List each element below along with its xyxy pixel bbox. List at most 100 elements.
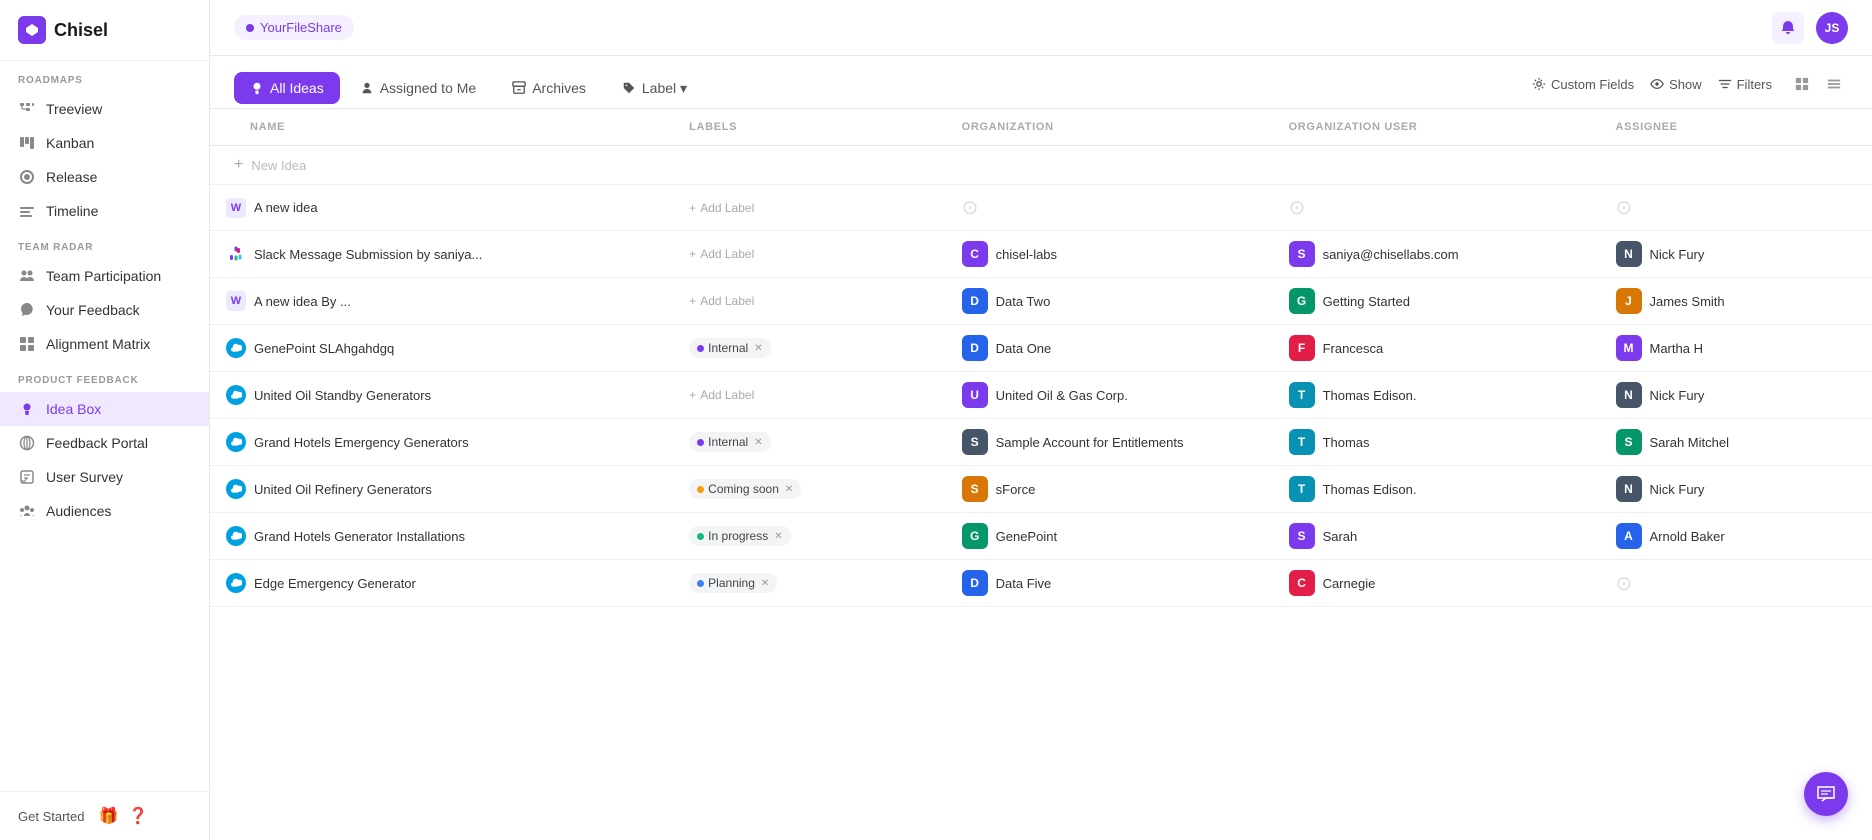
add-label-button[interactable]: + Add Label (689, 388, 929, 402)
sidebar-item-release[interactable]: Release (0, 160, 209, 194)
name-cell[interactable]: GenePoint SLAhgahdgq (210, 325, 673, 372)
assignee-cell[interactable]: ⊙ (1600, 185, 1872, 231)
organization-cell[interactable]: S sForce (946, 466, 1273, 513)
org-user-cell[interactable]: F Francesca (1273, 325, 1600, 372)
org-user-cell[interactable]: T Thomas (1273, 419, 1600, 466)
get-started-label[interactable]: Get Started (18, 809, 84, 824)
organization-cell[interactable]: ⊙ (946, 185, 1273, 231)
assignee-name: James Smith (1650, 294, 1725, 309)
org-user-cell[interactable]: T Thomas Edison. (1273, 372, 1600, 419)
add-label-button[interactable]: + Add Label (689, 247, 929, 261)
table-row[interactable]: Grand Hotels Generator Installations In … (210, 513, 1872, 560)
labels-cell[interactable]: In progress ✕ (673, 513, 945, 560)
org-user-cell[interactable]: T Thomas Edison. (1273, 466, 1600, 513)
add-label-button[interactable]: + Add Label (689, 294, 929, 308)
table-row[interactable]: United Oil Standby Generators + Add Labe… (210, 372, 1872, 419)
assignee-cell[interactable]: J James Smith (1600, 278, 1872, 325)
sidebar-item-user-survey-label: User Survey (46, 469, 123, 485)
assignee-ghost: ⊙ (1616, 573, 1633, 595)
assignee-cell[interactable]: N Nick Fury (1600, 231, 1872, 278)
label-remove[interactable]: ✕ (761, 578, 769, 589)
name-cell[interactable]: Edge Emergency Generator (210, 560, 673, 607)
custom-fields-button[interactable]: Custom Fields (1532, 77, 1634, 92)
org-user-cell[interactable]: ⊙ (1273, 185, 1600, 231)
assignee-name: Nick Fury (1650, 482, 1705, 497)
add-label-button[interactable]: + Add Label (689, 201, 929, 215)
help-icon[interactable]: ❓ (128, 806, 148, 826)
filters-button[interactable]: Filters (1718, 77, 1772, 92)
organization-cell[interactable]: D Data Five (946, 560, 1273, 607)
tab-all-ideas[interactable]: All Ideas (234, 72, 340, 104)
organization-cell[interactable]: C chisel-labs (946, 231, 1273, 278)
table-row[interactable]: United Oil Refinery Generators Coming so… (210, 466, 1872, 513)
chat-fab[interactable] (1804, 772, 1848, 816)
labels-cell[interactable]: + Add Label (673, 278, 945, 325)
table-row[interactable]: Edge Emergency Generator Planning ✕ D Da… (210, 560, 1872, 607)
labels-cell[interactable]: + Add Label (673, 231, 945, 278)
sidebar-item-timeline-label: Timeline (46, 203, 98, 219)
labels-cell[interactable]: Coming soon ✕ (673, 466, 945, 513)
label-remove[interactable]: ✕ (785, 484, 793, 495)
grid-view-button[interactable] (1788, 70, 1816, 98)
assignee-cell[interactable]: N Nick Fury (1600, 372, 1872, 419)
assignee-cell[interactable]: N Nick Fury (1600, 466, 1872, 513)
assignee-cell[interactable]: M Martha H (1600, 325, 1872, 372)
name-cell[interactable]: Grand Hotels Generator Installations (210, 513, 673, 560)
org-user-cell[interactable]: C Carnegie (1273, 560, 1600, 607)
notifications-button[interactable] (1772, 12, 1804, 44)
name-cell[interactable]: Grand Hotels Emergency Generators (210, 419, 673, 466)
labels-cell[interactable]: Internal ✕ (673, 419, 945, 466)
new-idea-cell[interactable]: + New Idea (210, 146, 1872, 185)
org-name: Sample Account for Entitlements (996, 435, 1184, 450)
sidebar-item-timeline[interactable]: Timeline (0, 194, 209, 228)
label-remove[interactable]: ✕ (774, 531, 782, 542)
labels-cell[interactable]: Internal ✕ (673, 325, 945, 372)
org-user-cell[interactable]: S saniya@chisellabs.com (1273, 231, 1600, 278)
label-remove[interactable]: ✕ (754, 343, 762, 354)
assignee-cell[interactable]: A Arnold Baker (1600, 513, 1872, 560)
org-avatar: C (962, 241, 988, 267)
organization-cell[interactable]: S Sample Account for Entitlements (946, 419, 1273, 466)
org-avatar: G (962, 523, 988, 549)
name-cell[interactable]: W A new idea (210, 185, 673, 231)
list-view-button[interactable] (1820, 70, 1848, 98)
organization-cell[interactable]: U United Oil & Gas Corp. (946, 372, 1273, 419)
labels-cell[interactable]: + Add Label (673, 372, 945, 419)
label-remove[interactable]: ✕ (754, 437, 762, 448)
user-avatar[interactable]: JS (1816, 12, 1848, 44)
assignee-cell[interactable]: S Sarah Mitchel (1600, 419, 1872, 466)
sidebar-item-team-participation[interactable]: Team Participation (0, 259, 209, 293)
sidebar-item-kanban[interactable]: Kanban (0, 126, 209, 160)
name-cell[interactable]: United Oil Refinery Generators (210, 466, 673, 513)
organization-cell[interactable]: D Data Two (946, 278, 1273, 325)
name-cell[interactable]: United Oil Standby Generators (210, 372, 673, 419)
table-row[interactable]: W A new idea By ... + Add Label D Data T… (210, 278, 1872, 325)
sidebar-item-treeview[interactable]: Treeview (0, 92, 209, 126)
table-row[interactable]: GenePoint SLAhgahdgq Internal ✕ D Data O… (210, 325, 1872, 372)
tab-assigned-to-me[interactable]: Assigned to Me (344, 72, 493, 104)
name-cell[interactable]: W A new idea By ... (210, 278, 673, 325)
table-row[interactable]: Grand Hotels Emergency Generators Intern… (210, 419, 1872, 466)
tab-label[interactable]: Label ▾ (606, 72, 703, 105)
show-button[interactable]: Show (1650, 77, 1702, 92)
sidebar-item-your-feedback[interactable]: Your Feedback (0, 293, 209, 327)
org-user-cell[interactable]: G Getting Started (1273, 278, 1600, 325)
labels-cell[interactable]: Planning ✕ (673, 560, 945, 607)
table-row[interactable]: W A new idea + Add Label ⊙ ⊙ ⊙ (210, 185, 1872, 231)
labels-cell[interactable]: + Add Label (673, 185, 945, 231)
sidebar-item-alignment-matrix[interactable]: Alignment Matrix (0, 327, 209, 361)
sidebar-item-feedback-portal[interactable]: Feedback Portal (0, 426, 209, 460)
tab-archives[interactable]: Archives (496, 72, 602, 104)
org-user-cell[interactable]: S Sarah (1273, 513, 1600, 560)
sidebar-item-user-survey[interactable]: User Survey (0, 460, 209, 494)
assignee-cell[interactable]: ⊙ (1600, 560, 1872, 607)
organization-cell[interactable]: G GenePoint (946, 513, 1273, 560)
sidebar-item-audiences[interactable]: Audiences (0, 494, 209, 528)
name-cell[interactable]: Slack Message Submission by saniya... (210, 231, 673, 278)
table-row[interactable]: Slack Message Submission by saniya... + … (210, 231, 1872, 278)
organization-cell[interactable]: D Data One (946, 325, 1273, 372)
sidebar-item-idea-box[interactable]: Idea Box (0, 392, 209, 426)
assignee-avatar: J (1616, 288, 1642, 314)
new-idea-row[interactable]: + New Idea (210, 146, 1872, 185)
workspace-badge[interactable]: YourFileShare (234, 15, 354, 40)
